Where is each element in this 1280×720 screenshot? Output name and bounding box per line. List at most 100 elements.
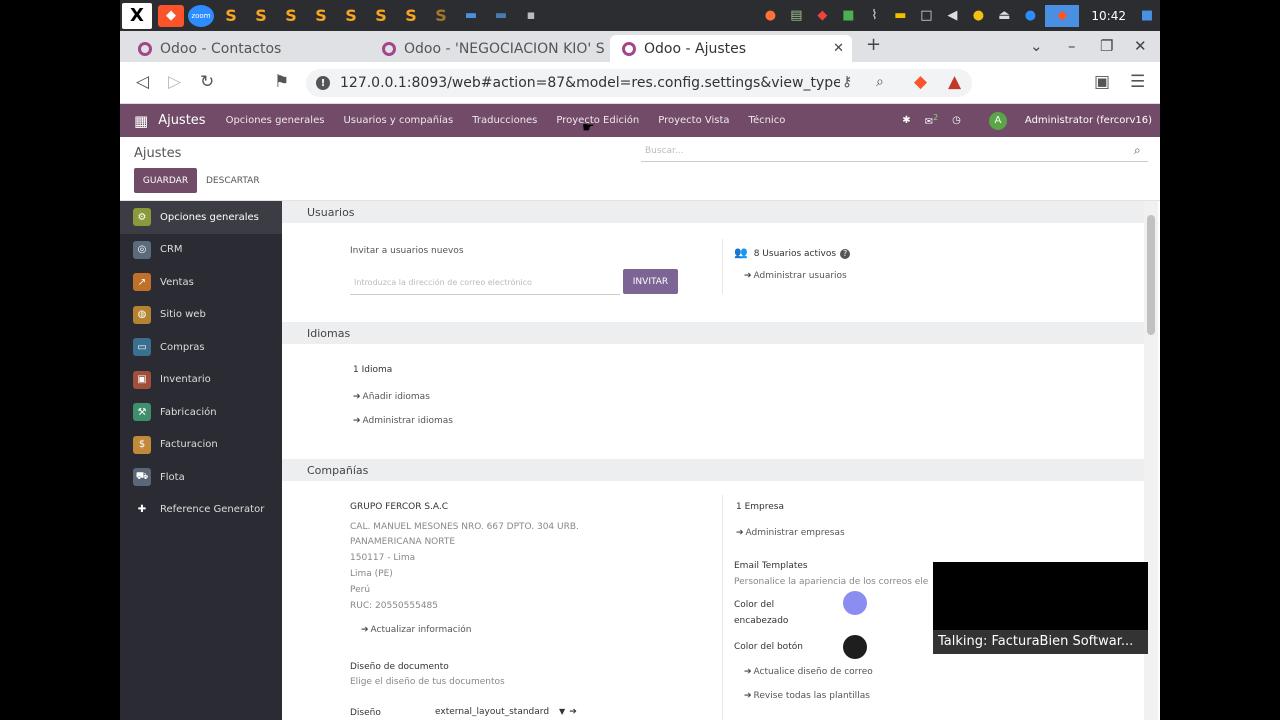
sidebar-item-inventario[interactable]: ▣ Inventario (120, 364, 282, 397)
notes-icon[interactable]: ▤ (785, 5, 807, 27)
search-icon[interactable]: ⌕ (1134, 143, 1141, 158)
display-icon[interactable]: □ (915, 5, 937, 27)
sublime-icon[interactable]: S (368, 5, 394, 27)
reload-icon[interactable]: ↻ (200, 72, 214, 92)
nav-proyecto-edicion[interactable]: Proyecto Edición (556, 115, 639, 126)
site-info-icon[interactable]: ! (316, 76, 330, 90)
chat-icon[interactable]: ✉2 (925, 113, 938, 127)
anydesk-icon[interactable]: ◆ (811, 5, 833, 27)
arrow-right-icon[interactable]: ➔ (569, 707, 577, 717)
sublime-icon[interactable]: S (338, 5, 364, 27)
sidebar-item-reference-generator[interactable]: ✚ Reference Generator (120, 494, 282, 527)
activity-clock-icon[interactable]: ◷ (952, 115, 961, 126)
crm-icon: ◎ (133, 240, 151, 259)
discard-button[interactable]: DESCARTAR (206, 168, 260, 193)
folder-icon[interactable]: ▬ (488, 5, 514, 27)
folder-icon[interactable]: ▬ (458, 5, 484, 27)
zoom-video-overlay[interactable]: Talking: FacturaBien Softwar... (933, 562, 1148, 654)
header-color-swatch[interactable] (843, 591, 867, 615)
terminal-icon[interactable]: ▪ (518, 5, 544, 27)
brave-shield-icon[interactable]: ◆ (914, 72, 927, 92)
zoom-lens-icon[interactable]: ⌕ (876, 74, 884, 90)
button-color-swatch[interactable] (843, 635, 867, 659)
brave-rewards-icon[interactable]: ▲ (948, 72, 961, 92)
invite-button[interactable]: INVITAR (623, 269, 678, 294)
volume-icon[interactable]: ◀ (941, 5, 963, 27)
brave-icon[interactable]: ◆ (158, 4, 184, 27)
update-mail-design-link[interactable]: ➔ Actualice diseño de correo (744, 667, 873, 677)
sublime-icon[interactable]: S (218, 5, 244, 27)
tab-contactos[interactable]: Odoo - Contactos (126, 35, 366, 62)
spain-flag-icon[interactable]: ▬ (889, 5, 911, 27)
maximize-icon[interactable]: ❐ (1100, 37, 1113, 55)
sublime-icon[interactable]: S (398, 5, 424, 27)
search-input[interactable]: Buscar... (641, 142, 1148, 162)
sidebar-item-compras[interactable]: ▭ Compras (120, 331, 282, 364)
sidebar-item-sitio-web[interactable]: ◍ Sitio web (120, 299, 282, 332)
sidebar-item-flota[interactable]: ⛟ Flota (120, 461, 282, 494)
tab-negociacion[interactable]: Odoo - 'NEGOCIACION KIO' S (370, 35, 610, 62)
firefox-icon[interactable]: ● (759, 5, 781, 27)
app-brand[interactable]: Ajustes (158, 113, 205, 128)
show-desktop-icon[interactable]: ■ (1136, 5, 1158, 27)
tab-ajustes[interactable]: Odoo - Ajustes ✕ (610, 35, 852, 62)
nav-usuarios-companias[interactable]: Usuarios y compañías (343, 115, 453, 126)
eject-icon[interactable]: ⏏ (993, 5, 1015, 27)
sidebar-item-fabricacion[interactable]: ⚒ Fabricación (120, 396, 282, 429)
forward-icon[interactable]: ▷ (168, 72, 181, 92)
new-tab-icon[interactable]: + (866, 34, 881, 55)
save-button[interactable]: GUARDAR (134, 168, 197, 193)
menu-icon[interactable]: ☰ (1130, 72, 1145, 92)
power-icon[interactable]: ● (967, 5, 989, 27)
wallet-icon[interactable]: ▣ (1094, 72, 1110, 92)
company-country: Perú (350, 585, 371, 595)
url-field[interactable]: ! 127.0.0.1:8093/web#action=87&model=res… (306, 69, 972, 97)
manage-companies-link[interactable]: ➔ Administrar empresas (736, 528, 845, 538)
zoom-tray-icon[interactable]: ● (1019, 5, 1041, 27)
brave-tray-icon[interactable]: ◆ (1045, 4, 1080, 27)
key-icon[interactable]: ⚷ (842, 74, 852, 90)
review-templates-link[interactable]: ➔ Revise todas las plantillas (744, 691, 870, 701)
x-app-icon[interactable]: X (122, 2, 152, 29)
sublime-icon[interactable]: S (428, 5, 454, 27)
bug-icon[interactable]: ✱ (902, 115, 910, 126)
minimize-icon[interactable]: – (1068, 37, 1076, 55)
tab-label: Odoo - 'NEGOCIACION KIO' S (404, 40, 605, 57)
invite-email-input[interactable]: Introduzca la dirección de correo electr… (350, 278, 620, 295)
bookmark-icon[interactable]: ⚑ (274, 72, 289, 92)
zoom-icon[interactable]: zoom (188, 4, 214, 27)
tab-list-icon[interactable]: ⌄ (1030, 37, 1043, 55)
purchase-card-icon: ▭ (133, 338, 151, 357)
sublime-icon[interactable]: S (278, 5, 304, 27)
layout-select[interactable]: external_layout_standard ▼ ➔ (435, 707, 577, 717)
link-label: Actualizar información (370, 625, 472, 635)
close-window-icon[interactable]: ✕ (1134, 37, 1147, 55)
company-address-line: PANAMERICANA NORTE (350, 537, 456, 547)
sidebar-item-crm[interactable]: ◎ CRM (120, 234, 282, 267)
nav-proyecto-vista[interactable]: Proyecto Vista (658, 115, 729, 126)
sidebar-item-opciones-generales[interactable]: ⚙ Opciones generales (120, 201, 282, 234)
help-icon[interactable]: ? (840, 249, 851, 259)
manage-users-link[interactable]: ➔ Administrar usuarios (744, 271, 847, 281)
tab-label: Odoo - Contactos (160, 40, 282, 57)
back-icon[interactable]: ◁ (136, 72, 149, 92)
sidebar-item-label: Sitio web (160, 309, 206, 321)
users-icon: 👥 (734, 246, 748, 259)
scrollbar-thumb[interactable] (1147, 215, 1155, 335)
sidebar-item-facturacion[interactable]: $ Facturacion (120, 429, 282, 462)
close-tab-icon[interactable]: ✕ (833, 41, 844, 56)
sidebar-item-ventas[interactable]: ↗ Ventas (120, 266, 282, 299)
sublime-icon[interactable]: S (308, 5, 334, 27)
user-menu[interactable]: A Administrator (fercorv16) (975, 111, 1152, 130)
section-header-usuarios: Usuarios (282, 201, 1144, 223)
add-languages-link[interactable]: ➔ Añadir idiomas (353, 392, 430, 402)
package-icon[interactable]: ■ (837, 5, 859, 27)
manage-languages-link[interactable]: ➔ Administrar idiomas (353, 416, 453, 426)
apps-grid-icon[interactable]: ▦ (134, 112, 148, 130)
nav-opciones-generales[interactable]: Opciones generales (226, 115, 325, 126)
nav-traducciones[interactable]: Traducciones (472, 115, 537, 126)
nav-tecnico[interactable]: Técnico (749, 115, 786, 126)
clip-icon[interactable]: ⌇ (863, 5, 885, 27)
sublime-icon[interactable]: S (248, 5, 274, 27)
update-info-link[interactable]: ➔ Actualizar información (361, 625, 471, 635)
